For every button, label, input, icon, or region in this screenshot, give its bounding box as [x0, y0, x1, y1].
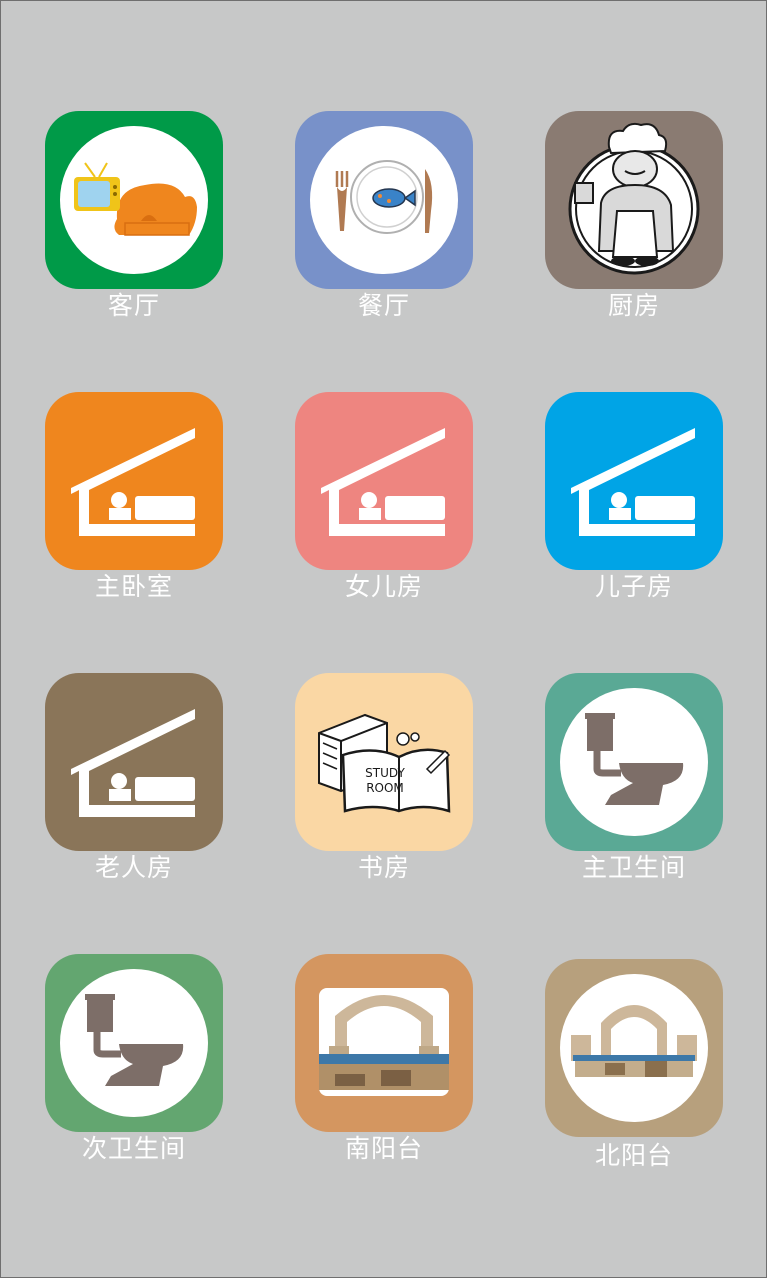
- study-room-text-line1: STUDY: [365, 766, 405, 780]
- room-tile-daughter-room[interactable]: 女儿房: [295, 392, 473, 612]
- toilet-icon: [60, 969, 208, 1117]
- study-book-icon: STUDY ROOM: [318, 713, 451, 813]
- room-icon-box: [295, 392, 473, 570]
- room-icon-box: [545, 959, 723, 1137]
- room-icon-box: [45, 673, 223, 851]
- room-tile-elderly-room[interactable]: 老人房: [45, 673, 223, 893]
- room-icon-box: [45, 954, 223, 1132]
- room-tile-north-balcony[interactable]: 北阳台: [545, 959, 723, 1179]
- bedroom-icon: [71, 428, 195, 536]
- room-tile-son-room[interactable]: 儿子房: [545, 392, 723, 612]
- room-label: 女儿房: [344, 572, 423, 601]
- room-tile-south-balcony[interactable]: 南阳台: [295, 954, 473, 1174]
- room-tile-dining-room[interactable]: 餐厅: [295, 111, 473, 331]
- room-icon-box: [545, 392, 723, 570]
- room-grid-screen: 客厅 餐厅 厨房 主卧室 女儿房 儿子房 老人房 STUDY ROOM 书房 主…: [0, 0, 767, 1278]
- room-label: 次卫生间: [81, 1134, 186, 1163]
- bedroom-icon: [571, 428, 695, 536]
- study-room-text-line2: ROOM: [366, 781, 404, 795]
- sofa-tv-icon: [60, 126, 208, 274]
- room-label: 主卫生间: [581, 853, 686, 882]
- room-icon-box: [295, 954, 473, 1132]
- room-icon-box: STUDY ROOM: [295, 673, 473, 851]
- room-tile-master-bedroom[interactable]: 主卧室: [45, 392, 223, 612]
- room-label: 餐厅: [357, 291, 410, 320]
- balcony-photo-icon: [560, 974, 708, 1122]
- plate-cutlery-icon: [310, 126, 458, 274]
- room-label: 儿子房: [594, 572, 673, 601]
- bedroom-icon: [71, 709, 195, 817]
- room-label: 客厅: [107, 291, 160, 320]
- balcony-photo-icon: [319, 988, 449, 1096]
- bedroom-icon: [321, 428, 445, 536]
- room-tile-kitchen[interactable]: 厨房: [545, 111, 723, 331]
- room-icon-box: [45, 111, 223, 289]
- room-label: 南阳台: [344, 1134, 423, 1163]
- room-icon-box: [295, 111, 473, 289]
- room-tile-second-bathroom[interactable]: 次卫生间: [45, 954, 223, 1174]
- room-icon-box: [545, 111, 723, 289]
- room-tile-living-room[interactable]: 客厅: [45, 111, 223, 331]
- room-tile-study[interactable]: STUDY ROOM 书房: [295, 673, 473, 893]
- room-label: 老人房: [94, 853, 173, 882]
- room-icon-box: [545, 673, 723, 851]
- room-tile-master-bathroom[interactable]: 主卫生间: [545, 673, 723, 893]
- room-label: 主卧室: [94, 572, 173, 601]
- chef-icon: [568, 122, 700, 275]
- room-label: 书房: [357, 853, 410, 882]
- room-icon-box: [45, 392, 223, 570]
- room-label: 北阳台: [594, 1141, 673, 1170]
- toilet-icon: [560, 688, 708, 836]
- room-label: 厨房: [607, 291, 660, 320]
